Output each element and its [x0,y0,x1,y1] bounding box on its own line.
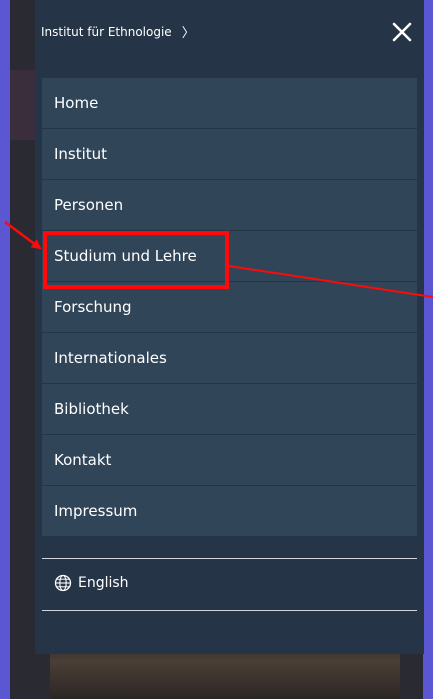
breadcrumb-label: Institut für Ethnologie [41,24,172,39]
language-switch-english[interactable]: English [54,574,129,592]
menu-item-label: Institut [54,145,108,163]
breadcrumb-link[interactable]: Institut für Ethnologie 〉 [41,22,195,42]
menu-item-institut[interactable]: Institut [42,129,417,180]
menu-item-label: Home [54,94,99,112]
menu-item-personen[interactable]: Personen [42,180,417,231]
menu-item-impressum[interactable]: Impressum [42,486,417,537]
menu-item-home[interactable]: Home [42,78,417,129]
panel-header: Institut für Ethnologie 〉 [35,0,424,66]
divider-bottom [42,610,417,611]
menu-item-bibliothek[interactable]: Bibliothek [42,384,417,435]
menu-item-label: Kontakt [54,451,112,469]
menu-item-label: Personen [54,196,124,214]
close-button[interactable] [390,20,414,44]
menu-item-label: Internationales [54,349,167,367]
menu-item-label: Bibliothek [54,400,129,418]
main-menu: Home Institut Personen Studium und Lehre… [42,78,417,537]
menu-item-label: Impressum [54,502,138,520]
menu-item-forschung[interactable]: Forschung [42,282,417,333]
menu-item-label: Forschung [54,298,132,316]
menu-item-kontakt[interactable]: Kontakt [42,435,417,486]
navigation-panel: Institut für Ethnologie 〉 Home Institut … [35,0,424,654]
menu-item-studium-und-lehre[interactable]: Studium und Lehre [42,231,417,282]
close-icon [392,22,412,42]
chevron-right-icon: 〉 [181,26,195,41]
language-label: English [78,575,129,591]
menu-item-internationales[interactable]: Internationales [42,333,417,384]
menu-item-label: Studium und Lehre [54,247,197,265]
globe-icon [54,574,72,592]
divider-top [42,558,417,559]
